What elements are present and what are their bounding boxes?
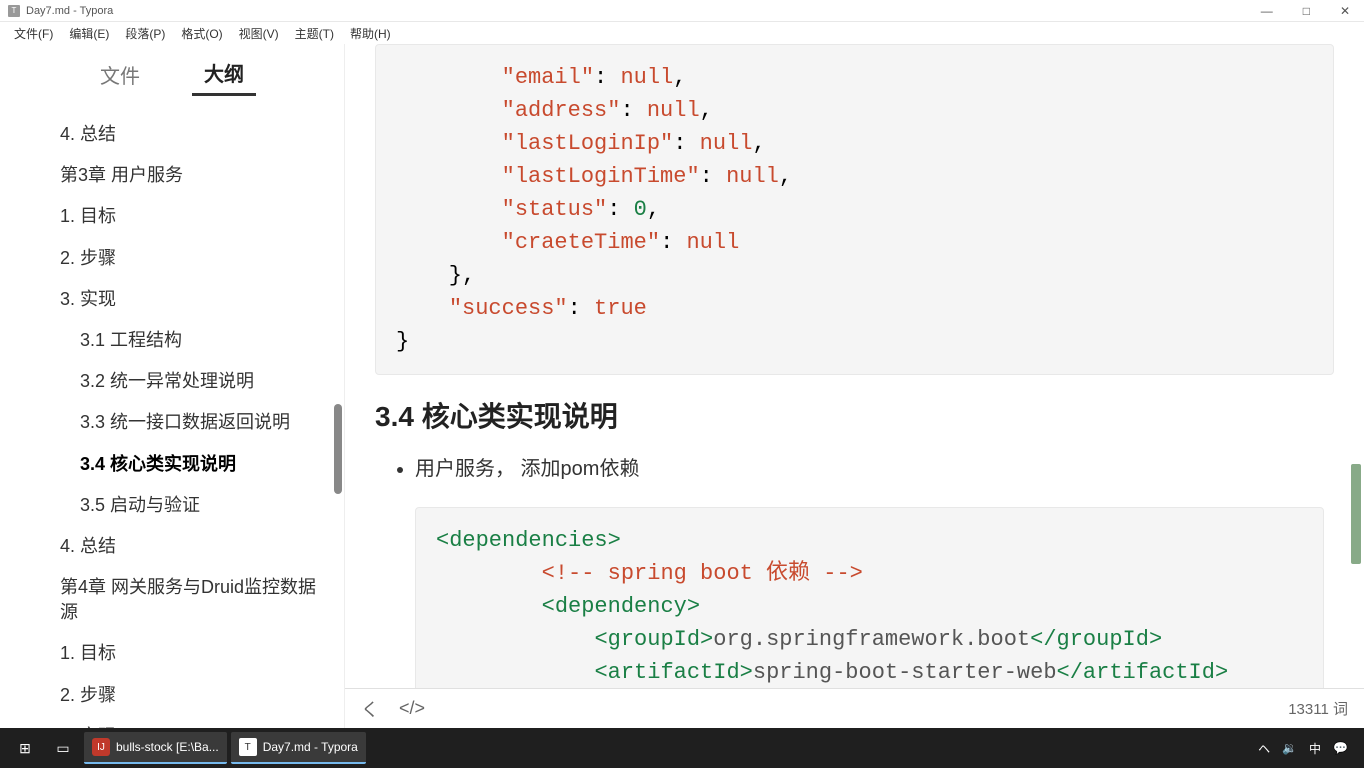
close-button[interactable]: ✕ — [1334, 4, 1356, 18]
body-area: 文件 大纲 4. 总结 第3章 用户服务 1. 目标 2. 步骤 3. 实现 3… — [0, 44, 1364, 728]
app-window: T Day7.md - Typora — □ ✕ 文件(F) 编辑(E) 段落(… — [0, 0, 1364, 768]
outline-item[interactable]: 1. 目标 — [40, 633, 344, 674]
outline-item[interactable]: 3.2 统一异常处理说明 — [40, 361, 344, 402]
outline-item[interactable]: 第3章 用户服务 — [40, 155, 344, 196]
editor-content[interactable]: "email": null, "address": null, "lastLog… — [345, 44, 1364, 688]
taskview-icon: ▭ — [54, 739, 72, 757]
sound-icon[interactable]: 🔉 — [1282, 741, 1297, 755]
intellij-icon: IJ — [92, 738, 110, 756]
maximize-button[interactable]: □ — [1297, 4, 1316, 18]
window-title: Day7.md - Typora — [26, 5, 113, 17]
system-tray: ヘ 🔉 中 💬 — [1258, 740, 1356, 757]
bullet-list: 用户服务， 添加pom依赖 — [375, 453, 1334, 485]
outline-item[interactable]: 2. 步骤 — [40, 238, 344, 279]
json-code-block[interactable]: "email": null, "address": null, "lastLog… — [375, 44, 1334, 375]
ime-indicator[interactable]: 中 — [1309, 740, 1321, 757]
menu-format[interactable]: 格式(O) — [175, 23, 228, 44]
xml-code-block[interactable]: <dependencies> <!-- spring boot 依赖 --> <… — [415, 507, 1324, 688]
editor-scrollbar[interactable] — [1351, 464, 1361, 564]
taskbar-intellij-label: bulls-stock [E:\Ba... — [116, 740, 219, 754]
statusbar: く </> 13311 词 — [345, 688, 1364, 728]
sidebar-tabs: 文件 大纲 — [0, 44, 344, 104]
minimize-button[interactable]: — — [1255, 4, 1279, 18]
sidebar-scrollbar[interactable] — [334, 404, 342, 494]
menubar: 文件(F) 编辑(E) 段落(P) 格式(O) 视图(V) 主题(T) 帮助(H… — [0, 22, 1364, 44]
menu-edit[interactable]: 编辑(E) — [63, 23, 115, 44]
app-icon: T — [8, 5, 20, 17]
outline-item[interactable]: 3. 实现 — [40, 716, 344, 728]
list-item: 用户服务， 添加pom依赖 — [415, 453, 1334, 485]
outline-item[interactable]: 2. 步骤 — [40, 675, 344, 716]
outline-item[interactable]: 1. 目标 — [40, 196, 344, 237]
outline-item[interactable]: 4. 总结 — [40, 114, 344, 155]
start-button[interactable]: ⊞ — [8, 732, 42, 764]
taskbar-intellij[interactable]: IJ bulls-stock [E:\Ba... — [84, 732, 227, 764]
titlebar: T Day7.md - Typora — □ ✕ — [0, 0, 1364, 22]
taskbar-typora-label: Day7.md - Typora — [263, 740, 358, 754]
sidebar: 文件 大纲 4. 总结 第3章 用户服务 1. 目标 2. 步骤 3. 实现 3… — [0, 44, 345, 728]
taskbar: ⊞ ▭ IJ bulls-stock [E:\Ba... T Day7.md -… — [0, 728, 1364, 768]
tab-files[interactable]: 文件 — [88, 54, 152, 95]
tray-overflow-icon[interactable]: ヘ — [1258, 740, 1270, 757]
outline-item[interactable]: 3.3 统一接口数据返回说明 — [40, 402, 344, 443]
outline-item[interactable]: 第4章 网关服务与Druid监控数据源 — [40, 567, 344, 633]
editor: "email": null, "address": null, "lastLog… — [345, 44, 1364, 728]
outline-item[interactable]: 3. 实现 — [40, 279, 344, 320]
back-button[interactable]: く — [361, 696, 379, 722]
outline-item[interactable]: 3.5 启动与验证 — [40, 485, 344, 526]
menu-view[interactable]: 视图(V) — [233, 23, 285, 44]
tab-outline[interactable]: 大纲 — [192, 52, 256, 96]
menu-help[interactable]: 帮助(H) — [344, 23, 397, 44]
word-count[interactable]: 13311 词 — [1288, 698, 1348, 719]
taskbar-typora[interactable]: T Day7.md - Typora — [231, 732, 366, 764]
menu-file[interactable]: 文件(F) — [8, 23, 59, 44]
outline-item[interactable]: 4. 总结 — [40, 526, 344, 567]
task-view[interactable]: ▭ — [46, 732, 80, 764]
menu-paragraph[interactable]: 段落(P) — [119, 23, 171, 44]
section-heading: 3.4 核心类实现说明 — [375, 395, 1334, 435]
outline-item-active[interactable]: 3.4 核心类实现说明 — [40, 444, 344, 485]
source-toggle[interactable]: </> — [399, 698, 425, 719]
windows-icon: ⊞ — [16, 739, 34, 757]
typora-icon: T — [239, 738, 257, 756]
outline-list[interactable]: 4. 总结 第3章 用户服务 1. 目标 2. 步骤 3. 实现 3.1 工程结… — [0, 104, 344, 728]
outline-item[interactable]: 3.1 工程结构 — [40, 320, 344, 361]
notifications-icon[interactable]: 💬 — [1333, 741, 1348, 755]
menu-theme[interactable]: 主题(T) — [289, 23, 340, 44]
